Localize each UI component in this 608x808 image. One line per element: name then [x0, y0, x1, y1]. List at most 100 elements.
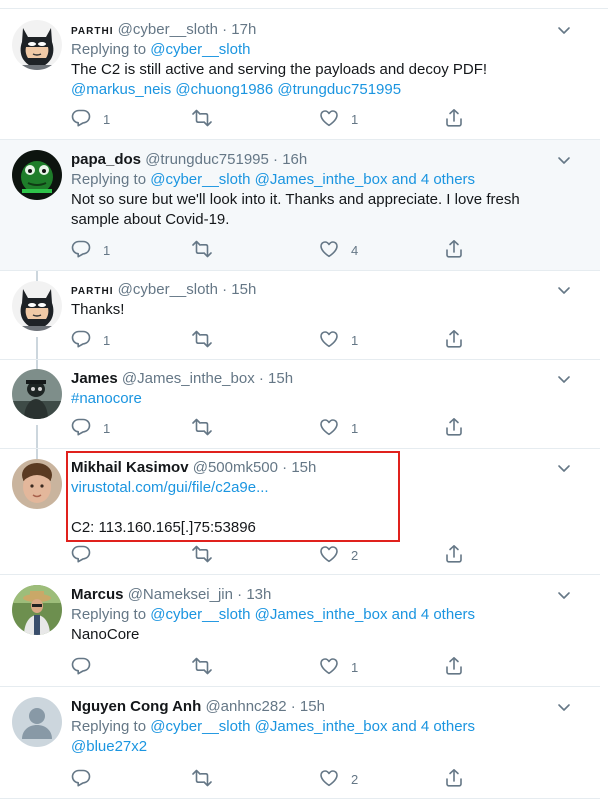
display-name[interactable]: Marcus — [71, 586, 124, 603]
avatar[interactable] — [12, 20, 62, 70]
like-button[interactable]: 1 — [319, 657, 358, 677]
tweet-header: James @James_inthe_box · 15h — [71, 369, 570, 389]
user-handle[interactable]: @James_inthe_box — [122, 370, 255, 387]
timestamp[interactable]: 17h — [231, 21, 256, 38]
user-handle[interactable]: @Nameksei_jin — [128, 586, 233, 603]
reply-count: 1 — [103, 242, 111, 258]
avatar[interactable] — [12, 585, 62, 635]
share-button[interactable] — [444, 544, 464, 565]
avatar[interactable] — [12, 459, 62, 509]
tweet-item[interactable]: PARTHI @cyber__sloth · 15h Thanks! 1 1 — [0, 271, 600, 360]
display-name[interactable]: PARTHI — [71, 26, 113, 37]
avatar[interactable] — [12, 150, 62, 200]
retweet-icon — [192, 544, 212, 567]
avatar[interactable] — [12, 369, 62, 419]
tweet-header: papa_dos @trungduc751995 · 16h — [71, 150, 570, 170]
chevron-down-icon[interactable] — [556, 282, 572, 298]
like-button[interactable]: 1 — [319, 330, 358, 350]
chevron-down-icon[interactable] — [556, 371, 572, 387]
tweet-link[interactable]: @blue27x2 — [71, 738, 147, 755]
reply-button[interactable] — [71, 657, 103, 677]
separator-dot: · — [286, 698, 300, 715]
retweet-button[interactable] — [192, 545, 224, 565]
tweet-link[interactable]: #nanocore — [71, 390, 142, 407]
retweet-button[interactable] — [192, 240, 224, 260]
avatar[interactable] — [12, 697, 62, 747]
timestamp[interactable]: 15h — [231, 281, 256, 298]
heart-icon — [319, 656, 339, 679]
tweet-item[interactable]: James @James_inthe_box · 15h #nanocore 1 1 — [0, 360, 600, 449]
like-button[interactable]: 1 — [319, 109, 358, 129]
share-button[interactable] — [444, 768, 464, 789]
display-name[interactable]: PARTHI — [71, 286, 113, 297]
share-button[interactable] — [444, 239, 464, 262]
tweet-item[interactable]: Marcus @Nameksei_jin · 13h Replying to @c… — [0, 575, 600, 687]
like-button[interactable]: 2 — [319, 769, 358, 789]
timestamp[interactable]: 15h — [268, 370, 293, 387]
reply-button[interactable]: 1 — [71, 418, 110, 438]
user-handle[interactable]: @cyber__sloth — [118, 281, 218, 298]
like-button[interactable]: 1 — [319, 418, 358, 438]
tweet-link[interactable]: @cyber__sloth @James_inthe_box and 4 oth… — [150, 606, 475, 623]
share-button[interactable] — [444, 417, 464, 438]
reply-button[interactable] — [71, 545, 103, 565]
reply-button[interactable]: 1 — [71, 240, 110, 260]
avatar[interactable] — [12, 281, 62, 331]
chevron-down-icon[interactable] — [556, 460, 572, 476]
reply-button[interactable] — [71, 769, 103, 789]
tweet-text: NanoCore — [71, 626, 140, 643]
share-icon — [444, 239, 464, 262]
reply-count: 1 — [103, 420, 111, 436]
share-button[interactable] — [444, 108, 464, 129]
user-handle[interactable]: @cyber__sloth — [118, 21, 218, 38]
separator-dot: · — [254, 370, 269, 387]
share-button[interactable] — [444, 656, 464, 677]
display-name[interactable]: James — [71, 370, 118, 387]
like-count: 2 — [351, 547, 359, 563]
tweet-link[interactable]: @cyber__sloth @James_inthe_box and 4 oth… — [150, 718, 475, 735]
chevron-down-icon[interactable] — [556, 587, 572, 603]
reply-button[interactable]: 1 — [71, 330, 110, 350]
reply-button[interactable]: 1 — [71, 109, 110, 129]
tweet-text: Not so sure but we'll look into it. Than… — [71, 191, 520, 208]
reply-icon — [71, 239, 91, 262]
timestamp[interactable]: 15h — [300, 698, 325, 715]
display-name[interactable]: Nguyen Cong Anh — [71, 698, 201, 715]
display-name[interactable]: papa_dos — [71, 151, 141, 168]
like-count: 1 — [351, 420, 359, 436]
tweet-item[interactable]: PARTHI @cyber__sloth · 17h Replying to @c… — [0, 10, 600, 140]
share-button[interactable] — [444, 329, 464, 350]
tweet-header: PARTHI @cyber__sloth · 15h — [71, 280, 570, 300]
chevron-down-icon[interactable] — [556, 699, 572, 715]
tweet-text-line: Replying to @cyber__sloth — [71, 40, 570, 60]
tweet-text-line: Replying to @cyber__sloth @James_inthe_b… — [71, 717, 570, 737]
timestamp[interactable]: 13h — [246, 586, 271, 603]
retweet-icon — [192, 417, 212, 440]
like-button[interactable]: 2 — [319, 545, 358, 565]
like-count: 1 — [351, 332, 359, 348]
heart-icon — [319, 768, 339, 791]
tweet-link[interactable]: @cyber__sloth — [150, 41, 250, 58]
like-count: 4 — [351, 242, 359, 258]
chevron-down-icon[interactable] — [556, 152, 572, 168]
tweet-actions: 11 — [71, 417, 471, 438]
retweet-button[interactable] — [192, 769, 224, 789]
user-handle[interactable]: @trungduc751995 — [145, 151, 269, 168]
tweet-text-line: sample about Covid-19. — [71, 210, 570, 230]
timestamp[interactable]: 16h — [282, 151, 307, 168]
previous-tweet-edge — [0, 0, 608, 9]
chevron-down-icon[interactable] — [556, 22, 572, 38]
retweet-button[interactable] — [192, 330, 224, 350]
tweet-link[interactable]: @cyber__sloth @James_inthe_box and 4 oth… — [150, 171, 475, 188]
tweet-header: Marcus @Nameksei_jin · 13h — [71, 585, 570, 605]
tweet-link[interactable]: @markus_neis @chuong1986 @trungduc751995 — [71, 81, 401, 98]
user-handle[interactable]: @anhnc282 — [205, 698, 286, 715]
retweet-button[interactable] — [192, 418, 224, 438]
tweet-item[interactable]: papa_dos @trungduc751995 · 16h Replying t… — [0, 140, 600, 271]
retweet-button[interactable] — [192, 657, 224, 677]
tweet-text-line: Replying to @cyber__sloth @James_inthe_b… — [71, 170, 570, 190]
tweet-item[interactable]: Nguyen Cong Anh @anhnc282 · 15h Replying … — [0, 687, 600, 799]
retweet-button[interactable] — [192, 109, 224, 129]
separator-dot: · — [217, 281, 232, 298]
like-button[interactable]: 4 — [319, 240, 358, 260]
